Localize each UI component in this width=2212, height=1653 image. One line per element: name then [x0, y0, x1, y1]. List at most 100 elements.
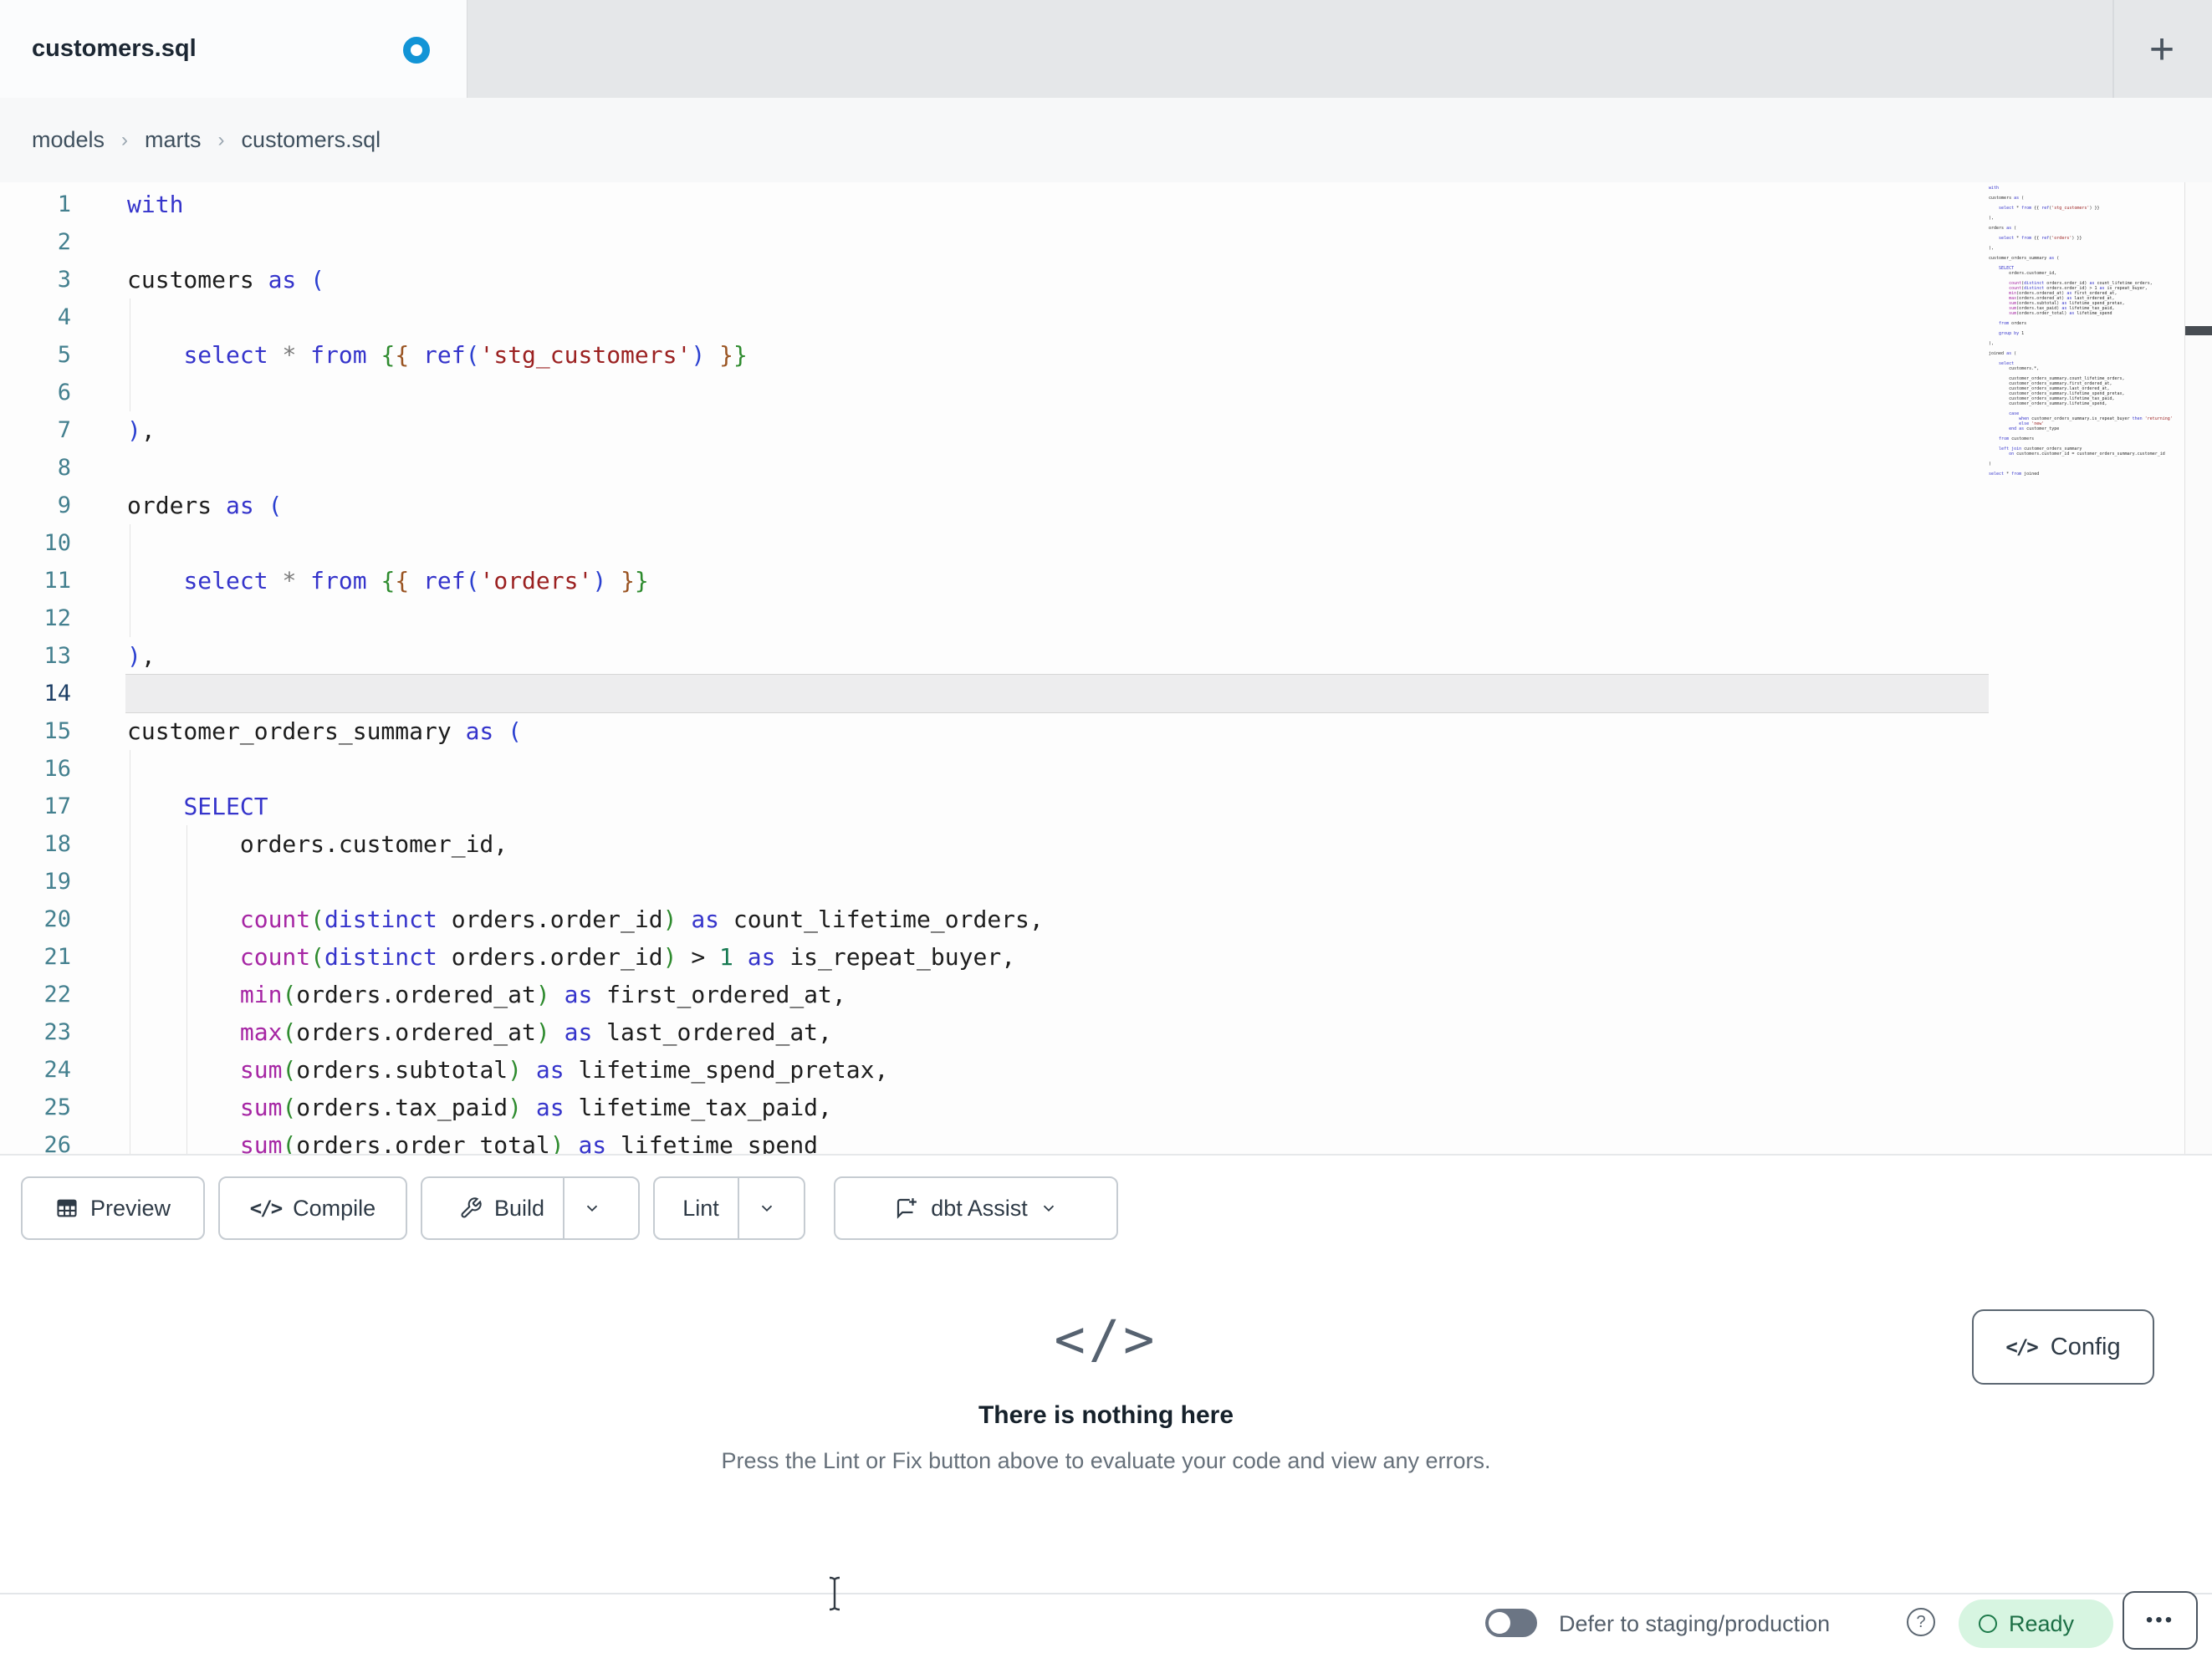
editor-minimap[interactable]: with customers as ( select * from {{ ref(…	[1989, 186, 2181, 477]
code-line[interactable]	[127, 374, 1044, 411]
line-number: 13	[43, 643, 71, 669]
empty-state-subtitle: Press the Lint or Fix button above to ev…	[721, 1448, 1491, 1473]
dbt-ide-window: customers.sql + models › marts › customers.s…	[0, 0, 2212, 1653]
line-number: 4	[57, 304, 71, 330]
chevron-down-icon	[1040, 1199, 1058, 1217]
lint-button[interactable]: Lint	[664, 1178, 738, 1238]
line-number: 8	[57, 455, 71, 481]
line-number: 25	[43, 1094, 71, 1120]
status-badge: Ready	[1959, 1599, 2113, 1648]
code-line[interactable]: count(distinct orders.order_id) as count…	[127, 900, 1044, 938]
compile-button[interactable]: </> Compile	[218, 1176, 407, 1240]
line-number: 18	[43, 831, 71, 857]
compile-label: Compile	[293, 1195, 376, 1221]
breadcrumb-item[interactable]: models	[32, 127, 105, 153]
code-line[interactable]: count(distinct orders.order_id) > 1 as i…	[127, 938, 1044, 976]
empty-state-title: There is nothing here	[978, 1401, 1234, 1429]
code-line[interactable]: select * from {{ ref('stg_customers') }}	[127, 336, 1044, 374]
minimap-line: select * from joined	[1989, 472, 2040, 477]
assist-chat-icon	[894, 1196, 919, 1221]
line-number: 10	[43, 530, 71, 556]
code-line[interactable]	[127, 449, 1044, 487]
lint-label: Lint	[682, 1195, 719, 1221]
code-line[interactable]: sum(orders.order_total) as lifetime_spen…	[127, 1126, 1044, 1154]
line-number: 5	[57, 342, 71, 368]
editor-toolbar: Preview </> Compile Build Lint dbt Assis…	[0, 1154, 2212, 1263]
code-line[interactable]: ),	[127, 637, 1044, 675]
code-line[interactable]	[127, 223, 1044, 261]
minimap-line: on customers.customer_id = customer_orde…	[2009, 452, 2165, 457]
code-line[interactable]: min(orders.ordered_at) as first_ordered_…	[127, 976, 1044, 1013]
code-line[interactable]	[127, 863, 1044, 900]
wrench-icon	[459, 1196, 483, 1220]
tab-title: customers.sql	[32, 35, 197, 62]
chevron-down-icon	[758, 1199, 776, 1217]
line-number: 23	[43, 1019, 71, 1045]
table-icon	[55, 1196, 79, 1220]
tab-customers-sql[interactable]: customers.sql	[0, 0, 467, 98]
chevron-right-icon: ›	[121, 128, 129, 151]
line-number: 14	[43, 681, 71, 707]
code-line[interactable]: customers as (	[127, 261, 1044, 298]
new-tab-button[interactable]: +	[2131, 18, 2193, 80]
editor-scrollbar[interactable]	[2184, 182, 2212, 1154]
code-line[interactable]	[127, 524, 1044, 562]
defer-label: Defer to staging/production	[1559, 1610, 1831, 1636]
text-cursor-pointer	[824, 1575, 845, 1612]
build-split-button: Build	[421, 1176, 640, 1240]
code-line[interactable]: max(orders.ordered_at) as last_ordered_a…	[127, 1013, 1044, 1051]
line-number: 26	[43, 1132, 71, 1154]
code-editor[interactable]: 1 2 3 4 5 6 7 8 9 10 11 12 13 14 15 16 17 18 19 20 21 22 23 24 2…	[0, 182, 2184, 1154]
code-line[interactable]: sum(orders.tax_paid) as lifetime_tax_pai…	[127, 1089, 1044, 1126]
code-line[interactable]	[127, 675, 1044, 712]
assist-label: dbt Assist	[931, 1195, 1028, 1221]
code-content[interactable]: with customers as ( select * from {{ ref(…	[127, 186, 1044, 1154]
code-line[interactable]	[127, 298, 1044, 336]
line-number: 12	[43, 605, 71, 631]
code-line[interactable]: sum(orders.subtotal) as lifetime_spend_p…	[127, 1051, 1044, 1089]
line-number: 22	[43, 982, 71, 1008]
ellipsis-icon: •••	[2145, 1609, 2175, 1631]
dbt-assist-button[interactable]: dbt Assist	[834, 1176, 1118, 1240]
ready-label: Ready	[2009, 1610, 2075, 1636]
code-line[interactable]: ),	[127, 411, 1044, 449]
lint-split-button: Lint	[653, 1176, 805, 1240]
line-number: 6	[57, 380, 71, 406]
help-icon[interactable]: ?	[1907, 1608, 1935, 1636]
line-number: 3	[57, 267, 71, 293]
build-label: Build	[493, 1195, 545, 1221]
lint-dropdown-button[interactable]	[737, 1178, 794, 1238]
code-line[interactable]: with	[127, 186, 1044, 223]
code-brackets-icon: </>	[1054, 1309, 1158, 1370]
line-number: 15	[43, 718, 71, 744]
code-quality-panel: </> There is nothing here Press the Lint…	[0, 1263, 2212, 1593]
breadcrumb-item[interactable]: customers.sql	[242, 127, 381, 153]
code-line[interactable]	[127, 599, 1044, 637]
unsaved-changes-icon	[403, 37, 430, 64]
code-brackets-icon: </>	[249, 1196, 283, 1220]
line-number: 19	[43, 869, 71, 895]
line-number: 2	[57, 229, 71, 255]
breadcrumb-row: models›marts›customers.sql Save	[0, 98, 2212, 268]
preview-button[interactable]: Preview	[21, 1176, 205, 1240]
code-line[interactable]: customer_orders_summary as (	[127, 712, 1044, 750]
code-line[interactable]: orders as (	[127, 487, 1044, 524]
line-number: 17	[43, 793, 71, 819]
build-button[interactable]: Build	[441, 1178, 563, 1238]
breadcrumb-item[interactable]: marts	[145, 127, 202, 153]
code-line[interactable]	[127, 750, 1044, 788]
code-line[interactable]: select * from {{ ref('orders') }}	[127, 562, 1044, 599]
config-label: Config	[2050, 1333, 2121, 1360]
config-button[interactable]: </> Config	[1972, 1309, 2154, 1385]
line-number: 21	[43, 944, 71, 970]
build-dropdown-button[interactable]	[563, 1178, 620, 1238]
preview-label: Preview	[89, 1195, 171, 1221]
scrollbar-marker[interactable]	[2185, 326, 2212, 335]
line-number: 20	[43, 906, 71, 932]
defer-toggle[interactable]	[1485, 1609, 1537, 1637]
overflow-menu-button[interactable]: •••	[2123, 1591, 2198, 1650]
line-number: 9	[57, 492, 71, 518]
line-number: 11	[43, 568, 71, 594]
code-line[interactable]: SELECT	[127, 788, 1044, 825]
code-line[interactable]: orders.customer_id,	[127, 825, 1044, 863]
